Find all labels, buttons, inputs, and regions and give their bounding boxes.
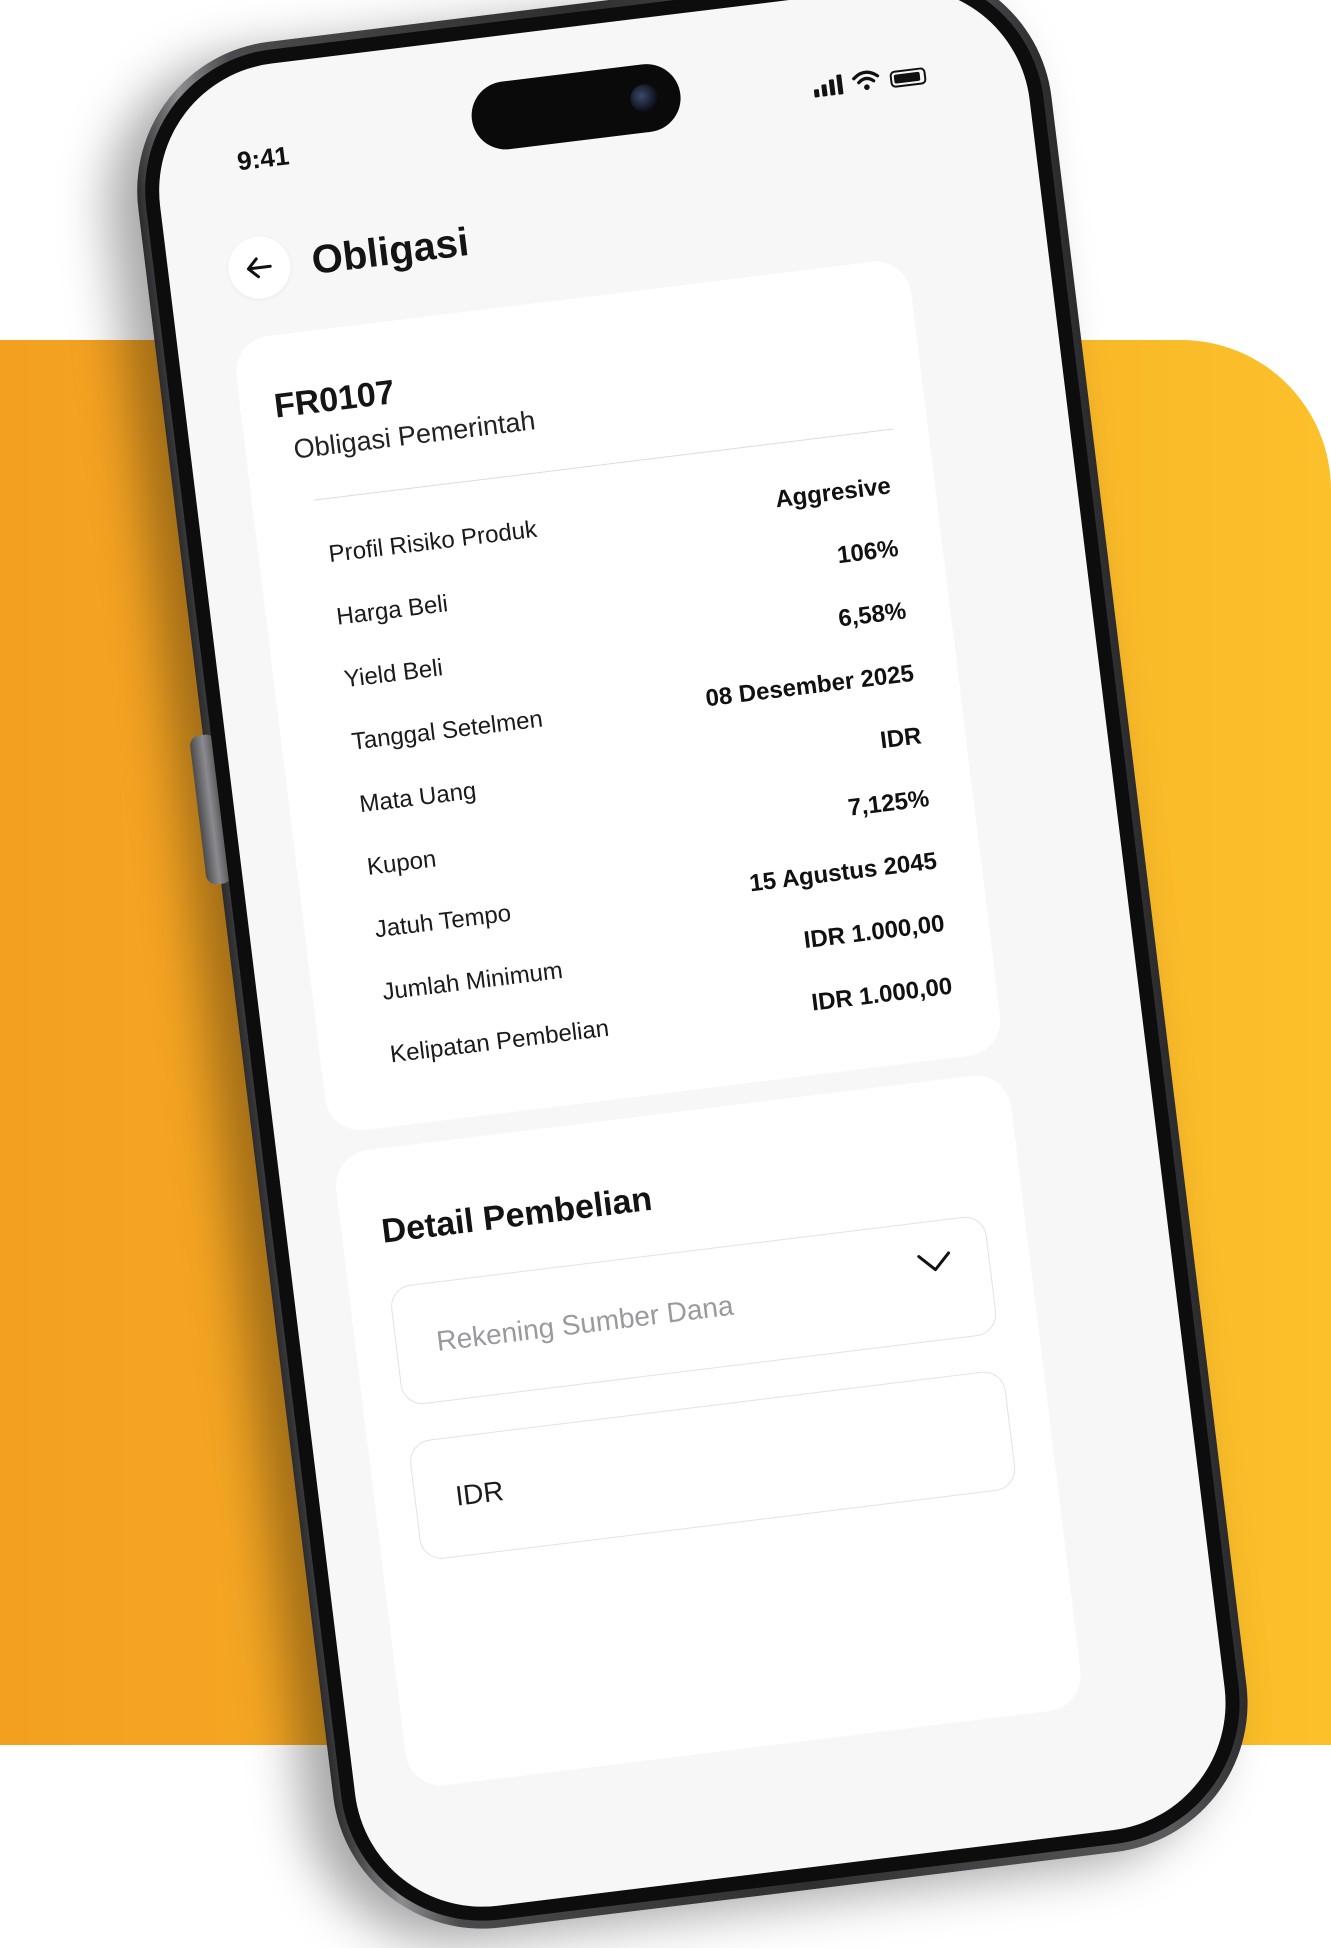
camera-lens [628,82,661,114]
detail-label: Kelipatan Pembelian [388,1014,611,1068]
detail-label: Tanggal Setelmen [350,705,545,756]
detail-label: Yield Beli [342,653,445,693]
page-header: Obligasi [224,211,473,303]
detail-value: IDR [878,721,923,754]
detail-label: Jumlah Minimum [380,956,565,1006]
battery-icon [889,66,927,89]
bond-detail-list: Profil Risiko Produk Aggresive Harga Bel… [325,454,956,1086]
detail-value: IDR 1.000,00 [809,972,954,1017]
detail-value: 08 Desember 2025 [704,659,916,712]
chevron-down-icon [917,1251,951,1272]
detail-value: 7,125% [846,784,931,822]
detail-label: Kupon [365,845,438,881]
status-time: 9:41 [235,140,291,177]
detail-label: Harga Beli [334,589,450,631]
currency-label: IDR [453,1475,506,1512]
detail-label: Profil Risiko Produk [327,515,539,568]
detail-value: 6,58% [836,596,908,633]
cellular-signal-icon [812,74,844,98]
arrow-left-icon [246,257,272,279]
status-bar: 9:41 [145,0,1030,208]
dynamic-island [467,60,685,154]
bond-info-card: FR0107 Obligasi Pemerintah Profil Risiko… [232,257,1005,1135]
wifi-icon [852,70,880,90]
detail-value: IDR 1.000,00 [802,909,946,954]
page-title: Obligasi [309,219,472,283]
amount-input-field[interactable]: IDR [407,1369,1018,1562]
purchase-detail-card: Detail Pembelian Rekening Sumber Dana ID… [331,1071,1085,1790]
source-account-placeholder: Rekening Sumber Dana [434,1289,736,1357]
source-account-dropdown[interactable]: Rekening Sumber Dana [388,1214,999,1407]
detail-value: 106% [835,534,900,569]
detail-value: 15 Agustus 2045 [747,847,939,897]
status-icons [812,62,927,98]
detail-label: Jatuh Tempo [373,899,513,943]
detail-value: Aggresive [773,471,893,513]
detail-label: Mata Uang [357,776,478,818]
back-button[interactable] [224,233,294,303]
